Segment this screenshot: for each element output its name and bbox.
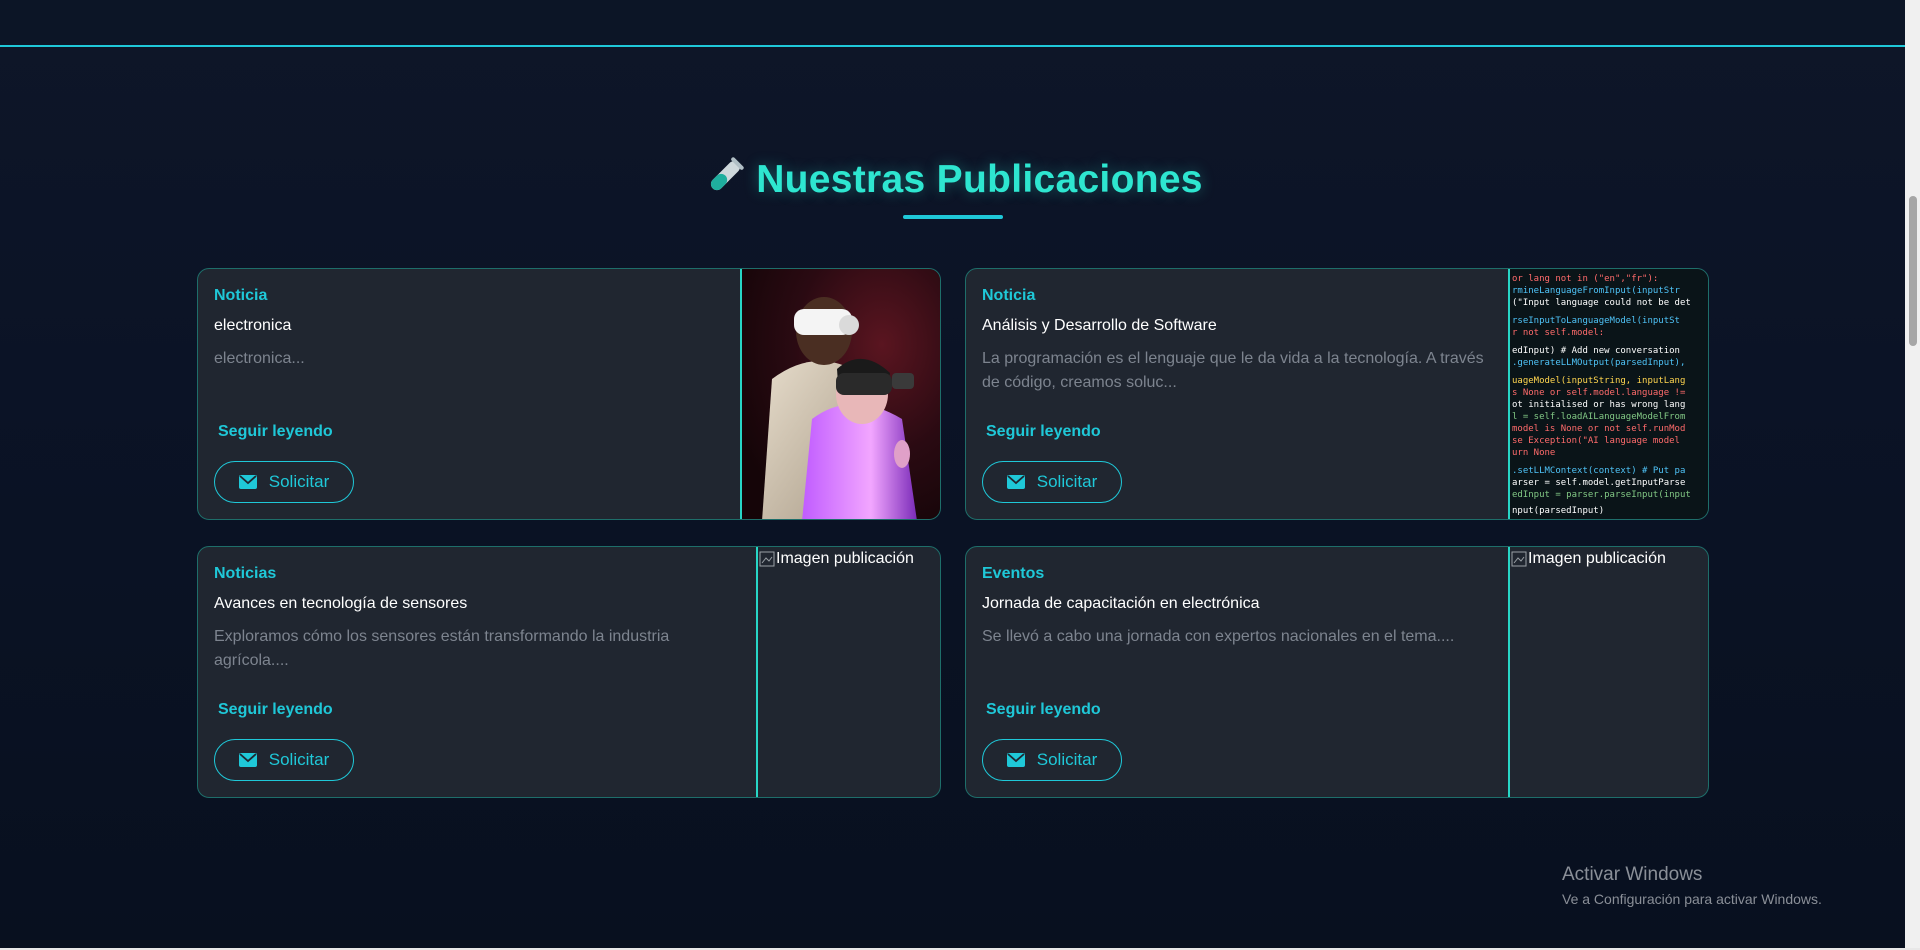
card-title: Jornada de capacitación en electrónica xyxy=(982,595,1260,612)
solicitar-button[interactable]: Solicitar xyxy=(214,461,354,503)
envelope-icon xyxy=(238,475,257,489)
page-scrollbar[interactable] xyxy=(1905,0,1920,948)
page: Nuestras Publicaciones Noticia electroni… xyxy=(0,0,1905,948)
envelope-icon xyxy=(1006,475,1025,489)
svg-text:l = self.loadAILanguageModelFr: l = self.loadAILanguageModelFrom xyxy=(1512,412,1685,422)
button-label: Solicitar xyxy=(268,750,330,769)
card-title: Avances en tecnología de sensores xyxy=(214,595,468,612)
card-excerpt: La programación es el lenguaje que le da… xyxy=(982,350,1484,391)
top-navbar xyxy=(0,0,1905,47)
svg-text:.setLLMContext(context) # Put: .setLLMContext(context) # Put pa xyxy=(1512,466,1685,476)
solicitar-button[interactable]: Solicitar xyxy=(982,739,1122,781)
card-category: Eventos xyxy=(982,565,1045,582)
section-title: Nuestras Publicaciones xyxy=(756,157,1203,201)
card-excerpt: electronica... xyxy=(214,350,305,367)
card-category: Noticia xyxy=(214,287,268,304)
svg-text:or lang not in ("en","fr"):: or lang not in ("en","fr"): xyxy=(1512,274,1658,284)
svg-text:arser = self.model.getInputPar: arser = self.model.getInputParse xyxy=(1512,478,1685,488)
button-label: Solicitar xyxy=(1036,750,1098,769)
publication-card: Noticia electronica electronica... Segui… xyxy=(197,268,941,520)
card-body: Eventos Jornada de capacitación en elect… xyxy=(982,565,1498,649)
publication-card: Eventos Jornada de capacitación en elect… xyxy=(965,546,1709,798)
svg-text:("Input language could not be: ("Input language could not be det xyxy=(1512,298,1691,308)
solicitar-button[interactable]: Solicitar xyxy=(214,739,354,781)
card-body: Noticia electronica electronica... xyxy=(214,287,730,371)
card-image-broken: Imagen publicación xyxy=(1508,547,1708,797)
publication-card: Noticia Análisis y Desarrollo de Softwar… xyxy=(965,268,1709,520)
publications-grid: Noticia electronica electronica... Segui… xyxy=(197,268,1709,798)
svg-text:urn None: urn None xyxy=(1512,448,1555,458)
svg-text:s None or self.model.language: s None or self.model.language != xyxy=(1512,388,1686,398)
button-label: Solicitar xyxy=(1036,472,1098,491)
svg-text:model is None or not self.runM: model is None or not self.runMod xyxy=(1512,424,1685,434)
card-body: Noticias Avances en tecnología de sensor… xyxy=(214,565,744,673)
svg-text:edInput = parser.parseInput(in: edInput = parser.parseInput(input xyxy=(1512,490,1691,500)
card-image-vr xyxy=(740,269,940,519)
envelope-icon xyxy=(238,753,257,767)
watermark-title: Activar Windows xyxy=(1562,864,1703,885)
read-more-link[interactable]: Seguir leyendo xyxy=(218,701,333,719)
section-header: Nuestras Publicaciones xyxy=(0,155,1905,204)
svg-text:rseInputToLanguageModel(inputS: rseInputToLanguageModel(inputSt xyxy=(1512,316,1680,326)
test-tube-icon xyxy=(702,155,746,204)
envelope-icon xyxy=(1006,753,1025,767)
svg-text:uageModel(inputString, inputLa: uageModel(inputString, inputLang xyxy=(1512,376,1685,386)
scrollbar-thumb[interactable] xyxy=(1909,196,1917,346)
watermark-subtitle: Ve a Configuración para activar Windows. xyxy=(1562,891,1822,907)
svg-text:.generateLLMOutput(parsedInput: .generateLLMOutput(parsedInput), xyxy=(1512,358,1685,368)
card-excerpt: Se llevó a cabo una jornada con expertos… xyxy=(982,628,1455,645)
svg-text:se Exception("AI language mode: se Exception("AI language model xyxy=(1512,436,1680,446)
svg-text:ot initialised or has wrong la: ot initialised or has wrong lang xyxy=(1512,400,1685,410)
read-more-link[interactable]: Seguir leyendo xyxy=(986,423,1101,441)
card-excerpt: Exploramos cómo los sensores están trans… xyxy=(214,628,670,669)
title-underline xyxy=(903,215,1003,219)
image-alt-text: Imagen publicación xyxy=(1528,550,1666,567)
card-image-code: or lang not in ("en","fr"): rmineLanguag… xyxy=(1508,269,1708,519)
card-image-broken: Imagen publicación xyxy=(756,547,940,797)
windows-activation-watermark: Activar Windows Ve a Configuración para … xyxy=(1562,864,1822,907)
card-body: Noticia Análisis y Desarrollo de Softwar… xyxy=(982,287,1498,395)
svg-text:nput(parsedInput): nput(parsedInput) xyxy=(1512,506,1604,516)
publication-card: Noticias Avances en tecnología de sensor… xyxy=(197,546,941,798)
card-category: Noticias xyxy=(214,565,277,582)
svg-text:r not self.model:: r not self.model: xyxy=(1512,328,1604,338)
read-more-link[interactable]: Seguir leyendo xyxy=(986,701,1101,719)
read-more-link[interactable]: Seguir leyendo xyxy=(218,423,333,441)
image-alt-text: Imagen publicación xyxy=(776,550,914,567)
svg-text:edInput) # Add new conversatio: edInput) # Add new conversation xyxy=(1512,346,1680,356)
card-title: electronica xyxy=(214,317,292,334)
solicitar-button[interactable]: Solicitar xyxy=(982,461,1122,503)
card-title: Análisis y Desarrollo de Software xyxy=(982,317,1217,334)
svg-text:rmineLanguageFromInput(inputSt: rmineLanguageFromInput(inputStr xyxy=(1512,286,1681,296)
button-label: Solicitar xyxy=(268,472,330,491)
card-category: Noticia xyxy=(982,287,1036,304)
